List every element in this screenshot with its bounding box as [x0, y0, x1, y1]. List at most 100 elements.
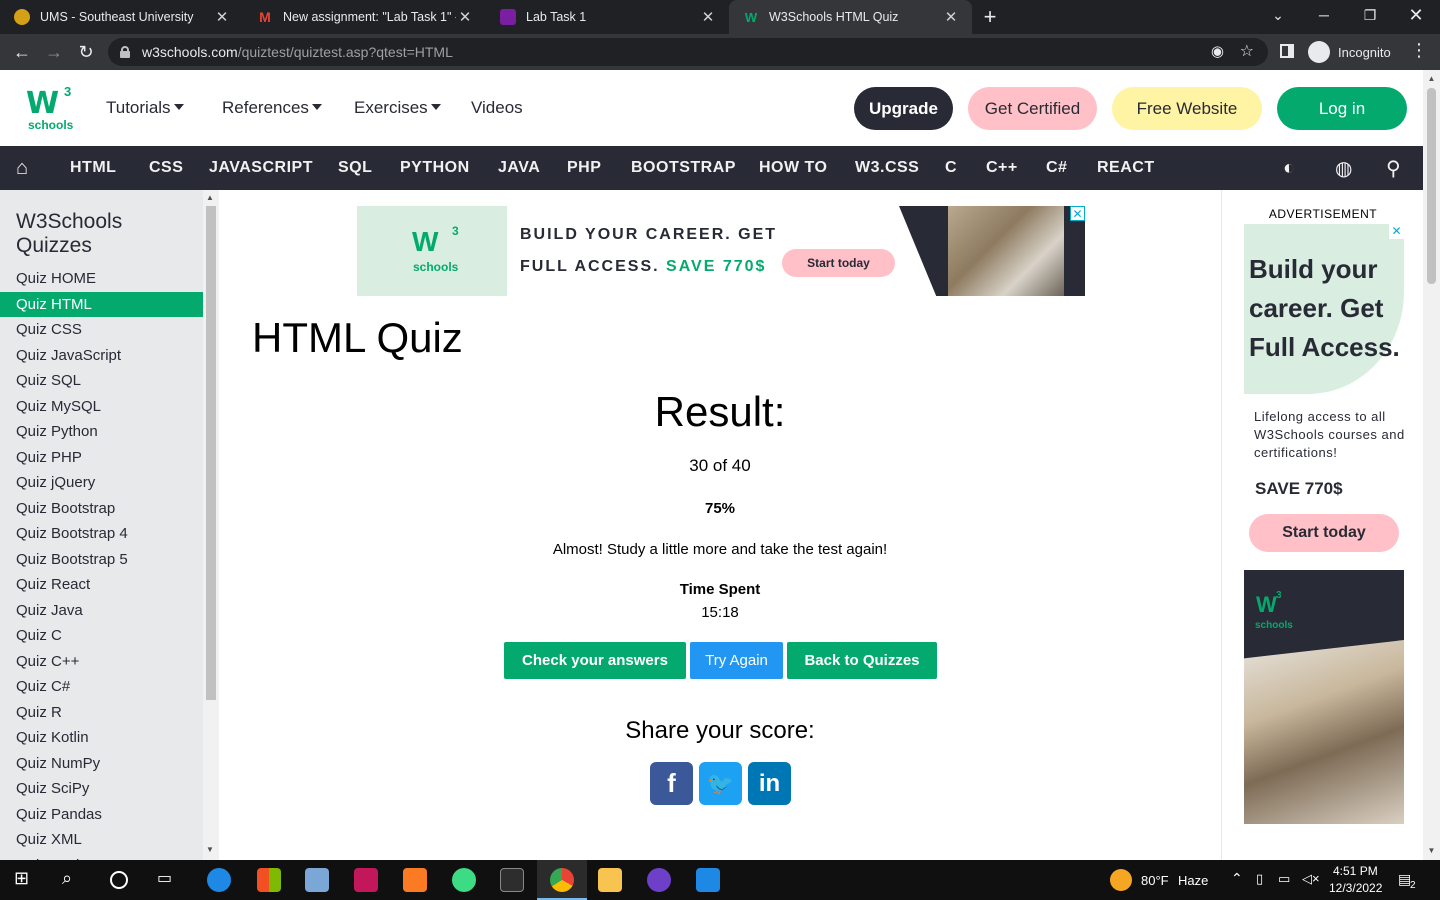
sidebar-item-quiz-mysql[interactable]: Quiz MySQL: [0, 394, 203, 420]
weather-sun-icon[interactable]: [1110, 869, 1132, 891]
network-icon[interactable]: ▭: [1278, 871, 1290, 887]
sidebar-item-quiz-javascript[interactable]: Quiz JavaScript: [0, 343, 203, 369]
bookmark-star-icon[interactable]: ☆: [1240, 41, 1254, 61]
tray-chevron-up-icon[interactable]: ⌃: [1231, 870, 1243, 887]
try-again-button[interactable]: Try Again: [690, 642, 783, 679]
sidebar-item-quiz-kotlin[interactable]: Quiz Kotlin: [0, 725, 203, 751]
w3schools-logo[interactable]: W 3 schools: [26, 84, 76, 132]
page-scroll-up-icon[interactable]: ▲: [1423, 74, 1440, 83]
sidebar-item-quiz-bootstrap-5[interactable]: Quiz Bootstrap 5: [0, 547, 203, 573]
search-taskbar-icon[interactable]: ⌕: [62, 868, 86, 892]
sidebar-item-quiz-java[interactable]: Quiz Java: [0, 598, 203, 624]
intellij-icon[interactable]: [354, 868, 378, 892]
clock-date[interactable]: 12/3/2022: [1329, 881, 1382, 895]
battery-icon[interactable]: ▯: [1256, 871, 1263, 887]
globe-icon[interactable]: ◍: [1335, 146, 1353, 190]
store-icon[interactable]: [257, 868, 281, 892]
android-studio-icon[interactable]: [452, 868, 476, 892]
menu-references[interactable]: References: [222, 98, 322, 118]
home-icon[interactable]: ⌂: [16, 146, 29, 190]
sidebar-item-quiz-csharp[interactable]: Quiz C#: [0, 674, 203, 700]
github-desktop-icon[interactable]: [647, 868, 671, 892]
kebab-menu-icon[interactable]: ⋮: [1410, 40, 1428, 61]
sidebar-item-quiz-pandas[interactable]: Quiz Pandas: [0, 802, 203, 828]
close-tab-icon[interactable]: ✕: [942, 8, 960, 26]
task-view-icon[interactable]: ▭: [157, 868, 181, 892]
browser-tab-w3schools[interactable]: W W3Schools HTML Quiz ✕: [729, 0, 972, 34]
restore-icon[interactable]: ❐: [1347, 0, 1393, 30]
edge-icon[interactable]: [207, 868, 231, 892]
incognito-profile[interactable]: Incognito: [1308, 39, 1391, 65]
nav-howto[interactable]: HOW TO: [759, 146, 827, 190]
twitter-share-icon[interactable]: 🐦: [699, 762, 742, 805]
nav-java[interactable]: JAVA: [498, 146, 540, 190]
back-arrow-icon[interactable]: ←: [6, 36, 38, 68]
sidebar-item-quiz-react[interactable]: Quiz React: [0, 572, 203, 598]
sidebar-item-quiz-cplusplus[interactable]: Quiz C++: [0, 649, 203, 675]
nav-php[interactable]: PHP: [567, 146, 601, 190]
ad-start-today-button[interactable]: Start today: [782, 249, 895, 277]
nav-react[interactable]: REACT: [1097, 146, 1155, 190]
address-bar[interactable]: w3schools.com/quiztest/quiztest.asp?qtes…: [108, 38, 1268, 66]
tracking-blocked-eye-icon[interactable]: ◉: [1211, 42, 1224, 60]
minimize-icon[interactable]: ─: [1301, 0, 1347, 30]
sidebar-item-quiz-bootstrap-4[interactable]: Quiz Bootstrap 4: [0, 521, 203, 547]
nav-css[interactable]: CSS: [149, 146, 183, 190]
right-ad-photo-image[interactable]: W 3 schools: [1244, 570, 1404, 824]
nav-c[interactable]: C: [945, 146, 957, 190]
nav-cpp[interactable]: C++: [986, 146, 1018, 190]
back-to-quizzes-button[interactable]: Back to Quizzes: [787, 642, 937, 679]
sidebar-item-quiz-php[interactable]: Quiz PHP: [0, 445, 203, 471]
search-icon[interactable]: ⚲: [1386, 146, 1401, 190]
windows-start-icon[interactable]: ⊞: [14, 868, 38, 892]
sidebar-item-quiz-html[interactable]: Quiz HTML: [0, 291, 203, 317]
sidebar-item-quiz-r[interactable]: Quiz R: [0, 700, 203, 726]
sidebar-item-quiz-scipy[interactable]: Quiz SciPy: [0, 776, 203, 802]
scroll-up-arrow-icon[interactable]: ▲: [206, 193, 214, 202]
forward-arrow-icon[interactable]: →: [38, 36, 70, 68]
sidebar-item-quiz-python[interactable]: Quiz Python: [0, 419, 203, 445]
nav-bootstrap[interactable]: BOOTSTRAP: [631, 146, 736, 190]
browser-tab-ums[interactable]: UMS - Southeast University ✕: [0, 0, 243, 34]
nav-python[interactable]: PYTHON: [400, 146, 470, 190]
right-ad-close-icon[interactable]: ✕: [1389, 224, 1404, 239]
top-ad-banner[interactable]: W 3 schools BUILD YOUR CAREER. GET FULL …: [357, 206, 1085, 296]
menu-tutorials[interactable]: Tutorials: [106, 98, 184, 118]
close-tab-icon[interactable]: ✕: [456, 8, 474, 26]
linkedin-share-icon[interactable]: in: [748, 762, 791, 805]
page-scroll-thumb[interactable]: [1427, 88, 1436, 284]
get-certified-button[interactable]: Get Certified: [968, 87, 1097, 130]
upgrade-button[interactable]: Upgrade: [854, 87, 953, 130]
xampp-icon[interactable]: [403, 868, 427, 892]
sidebar-scrollbar[interactable]: ▲ ▼: [203, 190, 219, 860]
dark-mode-toggle-icon[interactable]: ◐: [1283, 146, 1296, 190]
page-scrollbar[interactable]: ▲ ▼: [1423, 70, 1440, 860]
file-explorer-icon[interactable]: [598, 868, 622, 892]
close-window-icon[interactable]: ✕: [1393, 0, 1439, 30]
chrome-icon[interactable]: [550, 868, 574, 892]
volume-muted-icon[interactable]: ◁×: [1302, 871, 1320, 887]
nav-sql[interactable]: SQL: [338, 146, 372, 190]
menu-exercises[interactable]: Exercises: [354, 98, 441, 118]
sidebar-item-quiz-css[interactable]: Quiz CSS: [0, 317, 203, 343]
check-answers-button[interactable]: Check your answers: [504, 642, 686, 679]
sidebar-scroll-thumb[interactable]: [206, 206, 216, 700]
free-website-button[interactable]: Free Website: [1112, 87, 1262, 130]
nav-html[interactable]: HTML: [70, 146, 116, 190]
terminal-icon[interactable]: [500, 868, 524, 892]
scroll-down-arrow-icon[interactable]: ▼: [206, 845, 214, 854]
close-tab-icon[interactable]: ✕: [699, 8, 717, 26]
login-button[interactable]: Log in: [1277, 87, 1407, 130]
sidebar-item-quiz-xml[interactable]: Quiz XML: [0, 827, 203, 853]
facebook-share-icon[interactable]: f: [650, 762, 693, 805]
browser-tab-gmail[interactable]: M New assignment: "Lab Task 1" - 2 ✕: [243, 0, 486, 34]
ad-close-icon[interactable]: ✕: [1070, 206, 1085, 221]
close-tab-icon[interactable]: ✕: [213, 8, 231, 26]
sidebar-item-quiz-jquery[interactable]: Quiz jQuery: [0, 470, 203, 496]
browser-tab-classroom[interactable]: Lab Task 1 ✕: [486, 0, 729, 34]
nav-javascript[interactable]: JAVASCRIPT: [209, 146, 313, 190]
new-tab-plus-icon[interactable]: +: [972, 0, 1008, 34]
page-scroll-down-icon[interactable]: ▼: [1423, 846, 1440, 855]
sidebar-item-quiz-c[interactable]: Quiz C: [0, 623, 203, 649]
sidebar-item-quiz-numpy[interactable]: Quiz NumPy: [0, 751, 203, 777]
